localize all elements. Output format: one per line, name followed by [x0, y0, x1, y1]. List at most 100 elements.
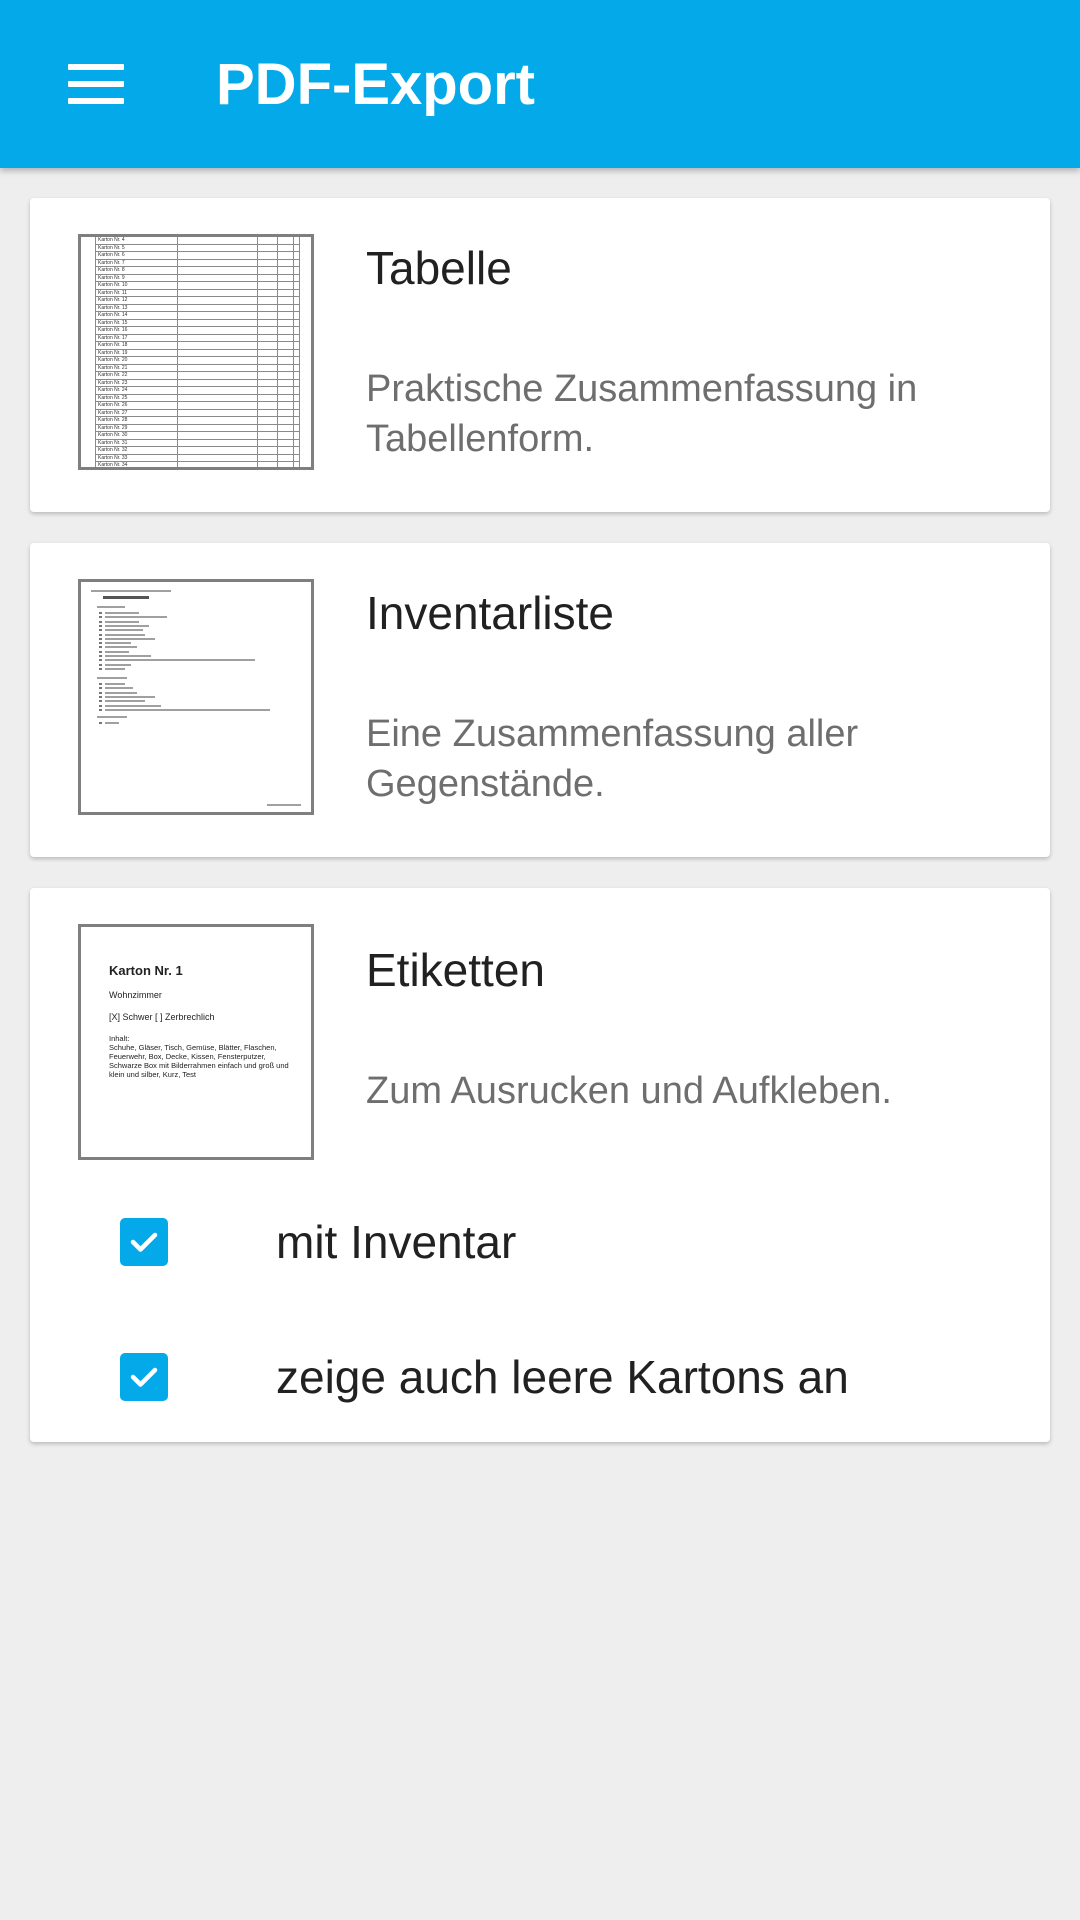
- bullet: [99, 620, 102, 623]
- table-preview-row: Karton Nr. 15: [95, 319, 299, 327]
- export-card-tabelle[interactable]: Karton Nr. 4 Karton Nr. 5 Karton Nr. 6 Kart…: [30, 198, 1050, 512]
- label-preview: Karton Nr. 1 Wohnzimmer [X] Schwer [ ] Z…: [109, 963, 299, 1079]
- inventory-preview-thumbnail: [78, 579, 314, 815]
- table-preview-row: Karton Nr. 25: [95, 394, 299, 402]
- leere-kartons-checkbox[interactable]: [120, 1353, 168, 1401]
- text-line: [105, 620, 139, 623]
- text-line: [105, 633, 145, 636]
- table-preview-row: Karton Nr. 14: [95, 312, 299, 320]
- text-line: [105, 637, 155, 640]
- table-preview-row-label: Karton Nr. 27: [98, 409, 128, 416]
- table-preview-row-label: Karton Nr. 29: [98, 424, 128, 431]
- text-line: [105, 691, 137, 694]
- table-preview-row: Karton Nr. 17: [95, 334, 299, 342]
- text-line: [105, 616, 167, 619]
- table-preview-row: Karton Nr. 35: [95, 470, 299, 471]
- export-card-inventarliste[interactable]: Inventarliste Eine Zusammenfassung aller…: [30, 543, 1050, 857]
- card-title-etiketten: Etiketten: [366, 944, 545, 996]
- text-line: [105, 695, 155, 698]
- bullet: [99, 663, 102, 666]
- table-preview-column-line: [293, 237, 294, 467]
- text-line: [97, 677, 127, 679]
- text-line: [267, 804, 301, 806]
- bullet: [99, 650, 102, 653]
- table-preview-row: Karton Nr. 20: [95, 357, 299, 365]
- page-title: PDF-Export: [216, 52, 535, 117]
- table-preview-row: Karton Nr. 28: [95, 417, 299, 425]
- bullet: [99, 655, 102, 657]
- card-description-inventarliste: Eine Zusammenfassung aller Gegenstände.: [366, 713, 859, 805]
- card-description-tabelle: Praktische Zusammenfassung in Tabellenfo…: [366, 368, 918, 460]
- table-preview-row-label: Karton Nr. 9: [98, 274, 125, 281]
- table-preview-row-label: Karton Nr. 18: [98, 342, 128, 348]
- label-preview-title: Karton Nr. 1: [109, 963, 183, 978]
- table-preview-row: Karton Nr. 16: [95, 327, 299, 335]
- bullet: [99, 722, 102, 724]
- table-preview-row: Karton Nr. 9: [95, 274, 299, 282]
- table-preview-row-label: Karton Nr. 14: [98, 312, 128, 318]
- text-line: [105, 650, 129, 653]
- hamburger-menu-icon[interactable]: [48, 44, 144, 124]
- text-line: [105, 704, 161, 707]
- menu-line: [68, 64, 124, 70]
- text-line: [105, 629, 143, 632]
- label-preview-room: Wohnzimmer: [109, 990, 162, 1000]
- text-line: [105, 663, 131, 666]
- table-preview-row: Karton Nr. 26: [95, 402, 299, 410]
- bullet: [99, 683, 102, 685]
- bullet: [99, 642, 102, 645]
- text-line: [97, 606, 125, 608]
- table-preview-row-label: Karton Nr. 15: [98, 319, 128, 326]
- bullet: [99, 695, 102, 698]
- table-preview-row-label: Karton Nr. 12: [98, 297, 128, 303]
- text-line: [105, 708, 270, 711]
- label-preview-flags: [X] Schwer [ ] Zerbrechlich: [109, 1012, 215, 1022]
- table-preview-column-line: [177, 237, 178, 467]
- table-preview-row-label: Karton Nr. 20: [98, 357, 128, 363]
- table-preview-row-label: Karton Nr. 7: [98, 259, 125, 266]
- table-preview-row: Karton Nr. 27: [95, 409, 299, 417]
- table-preview-row-label: Karton Nr. 33: [98, 454, 128, 461]
- table-preview-row: Karton Nr. 4: [95, 237, 299, 245]
- text-line: [105, 700, 145, 703]
- table-preview-row-label: Karton Nr. 35: [98, 470, 127, 471]
- menu-line: [68, 81, 124, 87]
- table-preview-row-label: Karton Nr. 23: [98, 379, 128, 386]
- label-preview-inhalt-label: Inhalt:: [109, 1034, 130, 1043]
- bullet: [99, 624, 102, 627]
- table-preview-row-label: Karton Nr. 34: [98, 462, 128, 468]
- table-preview-row: Karton Nr. 32: [95, 447, 299, 455]
- table-preview-row: Karton Nr. 6: [95, 252, 299, 260]
- table-preview-column-line: [299, 237, 300, 467]
- table-preview-row: Karton Nr. 7: [95, 259, 299, 267]
- table-preview-row: Karton Nr. 29: [95, 424, 299, 432]
- text-line: [91, 590, 171, 592]
- mit-inventar-label: mit Inventar: [276, 1216, 517, 1268]
- bullet: [99, 667, 102, 670]
- table-preview-row-label: Karton Nr. 11: [98, 289, 128, 296]
- table-preview-row: Karton Nr. 10: [95, 282, 299, 290]
- option-mit-inventar[interactable]: mit Inventar: [30, 1192, 1050, 1292]
- table-preview-row-label: Karton Nr. 13: [98, 304, 128, 311]
- label-preview-content: Inhalt: Schuhe, Gläser, Tisch, Gemüse, B…: [109, 1034, 299, 1079]
- table-preview: Karton Nr. 4 Karton Nr. 5 Karton Nr. 6 Kart…: [95, 237, 300, 471]
- checkmark-icon: [130, 1367, 158, 1387]
- table-preview-column-line: [277, 237, 278, 467]
- menu-line: [68, 98, 124, 104]
- text-line: [105, 655, 151, 657]
- table-preview-row: Karton Nr. 8: [95, 267, 299, 275]
- mit-inventar-checkbox[interactable]: [120, 1218, 168, 1266]
- bullet: [99, 637, 102, 640]
- card-description-etiketten: Zum Ausrucken und Aufkleben.: [366, 1070, 892, 1112]
- table-preview-row-label: Karton Nr. 8: [98, 267, 125, 273]
- table-preview-row-label: Karton Nr. 21: [98, 364, 128, 371]
- text-line: [105, 642, 131, 645]
- table-preview-row-label: Karton Nr. 25: [98, 394, 128, 401]
- table-preview-row-label: Karton Nr. 4: [98, 237, 125, 243]
- table-preview-row-label: Karton Nr. 17: [98, 334, 128, 341]
- text-line: [105, 624, 149, 627]
- table-preview-row-label: Karton Nr. 6: [98, 252, 125, 258]
- table-preview-column-line: [257, 237, 258, 467]
- option-leere-kartons[interactable]: zeige auch leere Kartons an: [30, 1327, 1050, 1427]
- app-bar: PDF-Export: [0, 0, 1080, 168]
